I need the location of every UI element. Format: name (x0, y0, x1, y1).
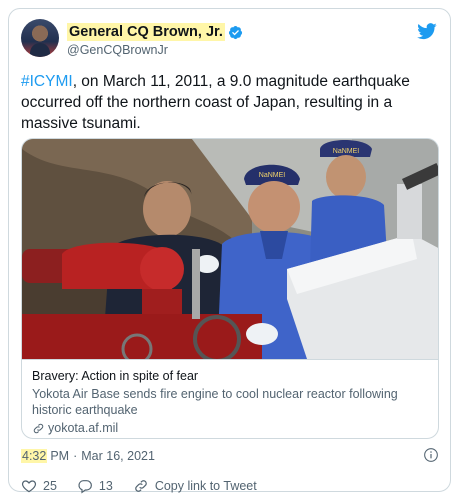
card-meta[interactable]: Bravery: Action in spite of fear Yokota … (22, 359, 438, 438)
card-photo[interactable]: NaNMEI NaNMEI (22, 139, 438, 359)
copy-link-label: Copy link to Tweet (154, 479, 257, 493)
info-icon[interactable] (423, 447, 439, 463)
reply-icon (78, 480, 92, 494)
author-avatar[interactable] (21, 19, 59, 57)
card-domain-row[interactable]: yokota.af.mil (32, 420, 428, 436)
author-name-row[interactable]: General CQ Brown, Jr. (67, 23, 243, 41)
tweet-time-suffix[interactable]: PM (50, 449, 69, 463)
tweet-body: , on March 11, 2011, a 9.0 magnitude ear… (21, 73, 410, 132)
link-card[interactable]: NaNMEI NaNMEI Bravery: Action in spite o… (21, 138, 439, 439)
heart-icon (21, 480, 37, 493)
card-description[interactable]: Yokota Air Base sends fire engine to coo… (32, 386, 428, 418)
link-icon (33, 423, 44, 433)
link-icon (135, 480, 147, 492)
tweet-actions: 25 13 Copy link to Tweet (21, 477, 439, 495)
helmet-text-right: NaNMEI (333, 148, 360, 155)
tweet-card[interactable]: General CQ Brown, Jr. @GenCQBrownJr #ICY… (8, 8, 451, 495)
tweet-header: General CQ Brown, Jr. @GenCQBrownJr (21, 19, 438, 63)
timestamp-separator: · (73, 449, 78, 463)
author-handle[interactable]: @GenCQBrownJr (67, 43, 168, 57)
tweet-time[interactable]: 4:32 (21, 449, 48, 463)
card-title[interactable]: Bravery: Action in spite of fear (32, 368, 428, 384)
timestamp-row: 4:32 PM · Mar 16, 2021 (21, 447, 439, 465)
like-count: 25 (43, 479, 57, 493)
verified-badge-icon (228, 25, 242, 39)
helmet-text-center: NaNMEI (259, 172, 286, 179)
card-domain[interactable]: yokota.af.mil (48, 420, 118, 436)
author-display-name[interactable]: General CQ Brown, Jr. (67, 23, 225, 41)
twitter-bird-icon[interactable] (416, 21, 438, 41)
hashtag-link[interactable]: #ICYMI (21, 73, 73, 90)
reply-button[interactable]: 13 (77, 478, 113, 494)
copy-link-button[interactable]: Copy link to Tweet (133, 478, 257, 494)
card-photo-illustration: NaNMEI NaNMEI (22, 139, 438, 359)
like-button[interactable]: 25 (21, 478, 57, 494)
tweet-date[interactable]: Mar 16, 2021 (81, 449, 155, 463)
tweet-text: #ICYMI, on March 11, 2011, a 9.0 magnitu… (21, 71, 439, 134)
reply-count: 13 (98, 479, 113, 493)
